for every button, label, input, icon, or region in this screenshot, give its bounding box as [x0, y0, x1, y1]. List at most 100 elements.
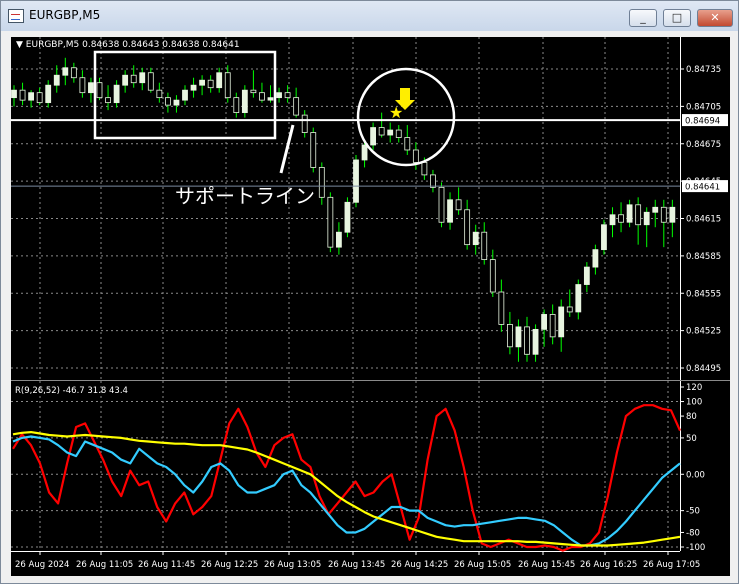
horizontal-lines[interactable]: 0.846940.84641 — [11, 114, 728, 193]
indicator-tick-label: 80 — [686, 412, 697, 422]
indicator-tick-label: -100 — [686, 543, 705, 553]
indicator-axis: 120 100 80 50 0.00 -50 -80 -100 — [680, 383, 705, 553]
candle-body — [199, 79, 206, 86]
minimize-button[interactable]: _ — [629, 9, 657, 27]
window-title: EURGBP,M5 — [29, 8, 101, 22]
candle-body — [139, 72, 146, 84]
candle-body — [541, 314, 547, 330]
indicator-line-3 — [12, 431, 681, 547]
time-tick-label: 26 Aug 15:05 — [454, 560, 511, 570]
support-line-label: サポートライン — [175, 184, 315, 208]
price-tick-label: 0.84735 — [686, 65, 721, 75]
price-chart[interactable]: ▼ EURGBP,M5 0.84638 0.84643 0.84638 0.84… — [11, 37, 730, 576]
chart-window: EURGBP,M5 _ □ ✕ ▼ EURGBP,M5 0.84638 0.84… — [0, 0, 739, 584]
indicator-tick-label: 120 — [686, 383, 702, 393]
price-tick-label: 0.84675 — [686, 140, 721, 150]
indicator-tick-label: -50 — [686, 507, 700, 517]
candle-body — [105, 97, 111, 104]
candle-body — [601, 224, 607, 251]
price-tick-label: 0.84555 — [686, 289, 721, 299]
candle-body — [293, 97, 300, 116]
candle-body — [233, 97, 240, 114]
time-tick-label: 26 Aug 13:05 — [264, 560, 321, 570]
time-tick-label: 26 Aug 11:05 — [76, 560, 133, 570]
candle-body — [224, 72, 231, 99]
candle-body — [62, 67, 69, 76]
indicator-tick-label: 0.00 — [686, 470, 705, 480]
candle-body — [335, 231, 342, 248]
candle-body — [250, 89, 257, 94]
candle-body — [45, 84, 52, 104]
indicator-header: R(9,26,52) -46.7 31.8 43.4 — [15, 386, 128, 396]
candle-body — [438, 186, 445, 223]
title-bar[interactable]: EURGBP,M5 _ □ ✕ — [1, 1, 738, 31]
candle-body — [310, 132, 317, 168]
chart-window-icon — [8, 9, 24, 23]
highlight-circle — [356, 67, 456, 167]
candle-body — [164, 97, 171, 106]
candle-body — [532, 328, 539, 355]
candle-body — [70, 67, 77, 79]
candle-body — [643, 211, 650, 226]
candle-body — [113, 84, 120, 104]
candle-body — [79, 77, 86, 94]
candle-body — [267, 97, 274, 101]
candle-body — [472, 231, 479, 246]
candle-body — [498, 291, 505, 325]
candle-body — [626, 204, 633, 223]
candle-body — [53, 74, 60, 86]
candle-body — [524, 326, 530, 355]
candle-body — [575, 284, 582, 313]
candle-body — [421, 162, 428, 176]
main-header: ▼ EURGBP,M5 0.84638 0.84643 0.84638 0.84… — [16, 40, 240, 50]
time-tick-label: 26 Aug 13:45 — [328, 560, 385, 570]
indicator-tick-label: 50 — [686, 434, 697, 444]
price-tick-label: 0.84525 — [686, 327, 721, 337]
candle-body — [430, 174, 436, 188]
candle-body — [259, 92, 265, 101]
candle-body — [583, 266, 590, 285]
price-tick-label: 0.84495 — [686, 364, 721, 374]
candle-body — [592, 249, 599, 268]
candle-body — [515, 326, 522, 348]
candle-body — [447, 199, 453, 223]
maximize-button[interactable]: □ — [663, 9, 691, 27]
indicator-tick-label: -80 — [686, 528, 700, 538]
price-tick-label: 0.84645 — [686, 177, 721, 187]
candle-body — [506, 323, 513, 348]
candle-body — [327, 196, 334, 248]
candle-body — [122, 74, 129, 86]
indicator-lines — [12, 404, 682, 552]
time-tick-label: 26 Aug 14:25 — [391, 560, 448, 570]
callout-line — [279, 124, 295, 174]
close-button[interactable]: ✕ — [697, 9, 733, 27]
price-tick-label: 0.84585 — [686, 252, 721, 262]
candle-body — [387, 129, 394, 136]
candle-body — [96, 82, 103, 99]
candle-body — [156, 89, 163, 99]
time-tick-label: 26 Aug 11:45 — [138, 560, 195, 570]
time-tick-label: 26 Aug 2024 — [15, 560, 69, 570]
candle-body — [455, 199, 462, 211]
indicator-tick-label: 100 — [686, 398, 702, 408]
price-tick-label: 0.84705 — [686, 102, 721, 112]
chart-area[interactable]: ▼ EURGBP,M5 0.84638 0.84643 0.84638 0.84… — [11, 37, 730, 576]
candle-body — [284, 92, 291, 99]
time-tick-label: 26 Aug 12:25 — [201, 560, 258, 570]
candle-body — [361, 144, 368, 161]
price-tick-label: 0.84615 — [686, 215, 721, 225]
candle-body — [481, 231, 488, 261]
candle-body — [635, 204, 642, 226]
candle-body — [618, 214, 624, 223]
candle-body — [669, 206, 676, 223]
candle-body — [216, 72, 223, 89]
candle-body — [88, 82, 94, 94]
candle-body — [558, 306, 565, 338]
candle-body — [11, 89, 17, 99]
candle-body — [549, 314, 556, 338]
candle-body — [182, 89, 188, 101]
candle-body — [301, 114, 308, 133]
candle-body — [660, 206, 667, 223]
candles — [11, 57, 676, 362]
candle-body — [36, 92, 43, 104]
